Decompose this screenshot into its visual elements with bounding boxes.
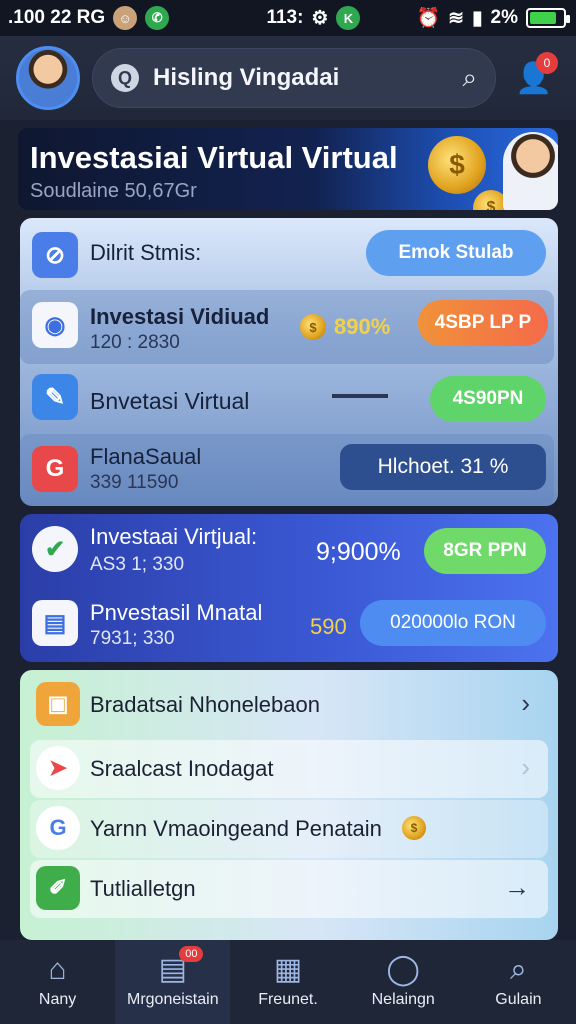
notification-badge: 0 xyxy=(536,52,558,74)
nav-label: Freunet. xyxy=(258,991,318,1008)
person-illustration xyxy=(503,132,558,210)
app-icon: K xyxy=(336,6,361,30)
list-item-label: Tutlialletgn xyxy=(90,876,196,901)
coin-icon: $ xyxy=(402,816,426,840)
arrow-right-icon: → xyxy=(504,872,530,902)
nav-badge: 00 xyxy=(179,946,204,962)
list-item[interactable]: ➤ Sraalcast Inodagat › xyxy=(30,740,548,798)
wifi-icon: ≋ xyxy=(448,7,465,29)
row-action-button[interactable]: 4S90PN xyxy=(430,376,546,422)
row-title: Investaai Virtjual: xyxy=(90,524,258,549)
settings-icon: ⚙ xyxy=(311,7,329,29)
row-action-button[interactable]: 8GR PPN xyxy=(424,528,546,574)
chevron-right-icon: › xyxy=(521,752,530,782)
banner-title: Investasiai Virtual Virtual xyxy=(30,140,398,175)
avatar-icon: ☺ xyxy=(113,6,138,30)
brush-icon: ✐ xyxy=(36,866,80,910)
folder-icon: ▣ xyxy=(36,682,80,726)
bottom-nav: ⌂ Nany ▤ 00 Mrgoneistain ▦ Freunet. ◯ Ne… xyxy=(0,940,576,1024)
signal-icon: ▮ xyxy=(472,7,483,29)
google-icon: G xyxy=(36,806,80,850)
row-title: Pnvestasil Mnatal xyxy=(90,600,263,625)
pen-icon: ✎ xyxy=(32,374,78,420)
profile-button[interactable]: 👤 0 xyxy=(508,52,560,104)
banner-subtitle: Soudlaine 50,67Gr xyxy=(30,180,197,202)
search-icon: ⌕ xyxy=(510,953,527,986)
nav-label: Mrgoneistain xyxy=(127,991,219,1008)
card1-header-label: Dilrit Stmis: xyxy=(90,240,202,265)
nav-item-search[interactable]: ⌕ Gulain xyxy=(461,940,576,1024)
nav-item-grid[interactable]: ▦ Freunet. xyxy=(230,940,345,1024)
row-title: FlanaSaual xyxy=(90,444,202,469)
google-icon: G xyxy=(32,446,78,492)
row-subtitle: 120 : 2830 xyxy=(90,332,180,353)
person-icon: ◯ xyxy=(386,953,420,986)
search-bar[interactable]: Q Hisling Vingadai ⌕ xyxy=(92,48,496,108)
list-item-label: Yarnn Vmaoingeand Penatain xyxy=(90,816,382,841)
row-subtitle: 339 11590 xyxy=(90,472,179,493)
nav-label: Nelaingn xyxy=(371,991,435,1008)
coin-icon: $ xyxy=(428,136,486,194)
coin-icon: $ xyxy=(300,314,326,340)
whatsapp-icon: ✆ xyxy=(145,6,170,30)
card1-header-button[interactable]: Emok Stulab xyxy=(366,230,546,276)
row-subtitle: AS3 1; 330 xyxy=(90,554,185,575)
investment-card-2: ✔ Investaai Virtjual: AS3 1; 330 9;900% … xyxy=(20,514,558,662)
list-item[interactable]: G Yarnn Vmaoingeand Penatain $ xyxy=(30,800,548,858)
row-percent: 890% xyxy=(334,314,391,339)
row-action-button[interactable]: 4SBP LP P xyxy=(418,300,548,346)
user-avatar[interactable] xyxy=(16,46,80,110)
camera-icon: ◉ xyxy=(32,302,78,348)
row-action-button[interactable]: 020000lo RON xyxy=(360,600,546,646)
list-item-label: Sraalcast Inodagat xyxy=(90,756,274,781)
status-left-text: .100 22 RG xyxy=(8,7,106,28)
home-icon: ⌂ xyxy=(48,953,67,986)
settings-list: ▣ Bradatsai Nhonelebaon › ➤ Sraalcast In… xyxy=(20,670,558,940)
row-title: Investasi Vidiuad xyxy=(90,304,270,329)
document-icon: ▤ xyxy=(32,600,78,646)
status-bar: .100 22 RG ☺ ✆ 113: ⚙ K ⏰ ≋ ▮ 2% xyxy=(0,0,576,36)
list-item[interactable]: ✐ Tutlialletgn → xyxy=(30,860,548,918)
app-header: Q Hisling Vingadai ⌕ 👤 0 xyxy=(0,36,576,120)
battery-text: 2% xyxy=(490,7,518,28)
battery-icon xyxy=(526,8,570,28)
list-item[interactable]: ▣ Bradatsai Nhonelebaon › xyxy=(30,676,548,734)
compass-icon: ➤ xyxy=(36,746,80,790)
check-icon: ✔ xyxy=(32,526,78,572)
row-percent: 9;900% xyxy=(316,538,401,566)
promo-banner[interactable]: Investasiai Virtual Virtual Soudlaine 50… xyxy=(18,128,558,210)
row-action-button[interactable]: Hlchoet. 31 % xyxy=(340,444,546,490)
alarm-icon: ⏰ xyxy=(416,8,441,29)
search-icon[interactable]: ⌕ xyxy=(462,62,477,94)
investment-card-1: ⊘ Dilrit Stmis: Emok Stulab ◉ Investasi … xyxy=(20,218,558,506)
link-icon: ⊘ xyxy=(32,232,78,278)
nav-item-documents[interactable]: ▤ 00 Mrgoneistain xyxy=(115,940,231,1024)
nav-label: Nany xyxy=(38,991,77,1008)
nav-label: Gulain xyxy=(495,991,542,1008)
divider xyxy=(332,394,388,398)
search-prefix-icon: Q xyxy=(111,64,139,92)
chevron-right-icon: › xyxy=(521,688,530,718)
status-time: 113: xyxy=(266,7,304,28)
row-percent: 590 xyxy=(310,614,347,639)
nav-item-profile[interactable]: ◯ Nelaingn xyxy=(346,940,461,1024)
row-subtitle: 7931; 330 xyxy=(90,628,175,649)
grid-icon: ▦ xyxy=(273,953,303,986)
nav-item-home[interactable]: ⌂ Nany xyxy=(0,940,115,1024)
row-title: Bnvetasi Virtual xyxy=(90,388,250,414)
search-title: Hisling Vingadai xyxy=(153,64,340,91)
list-item-label: Bradatsai Nhonelebaon xyxy=(90,692,320,717)
